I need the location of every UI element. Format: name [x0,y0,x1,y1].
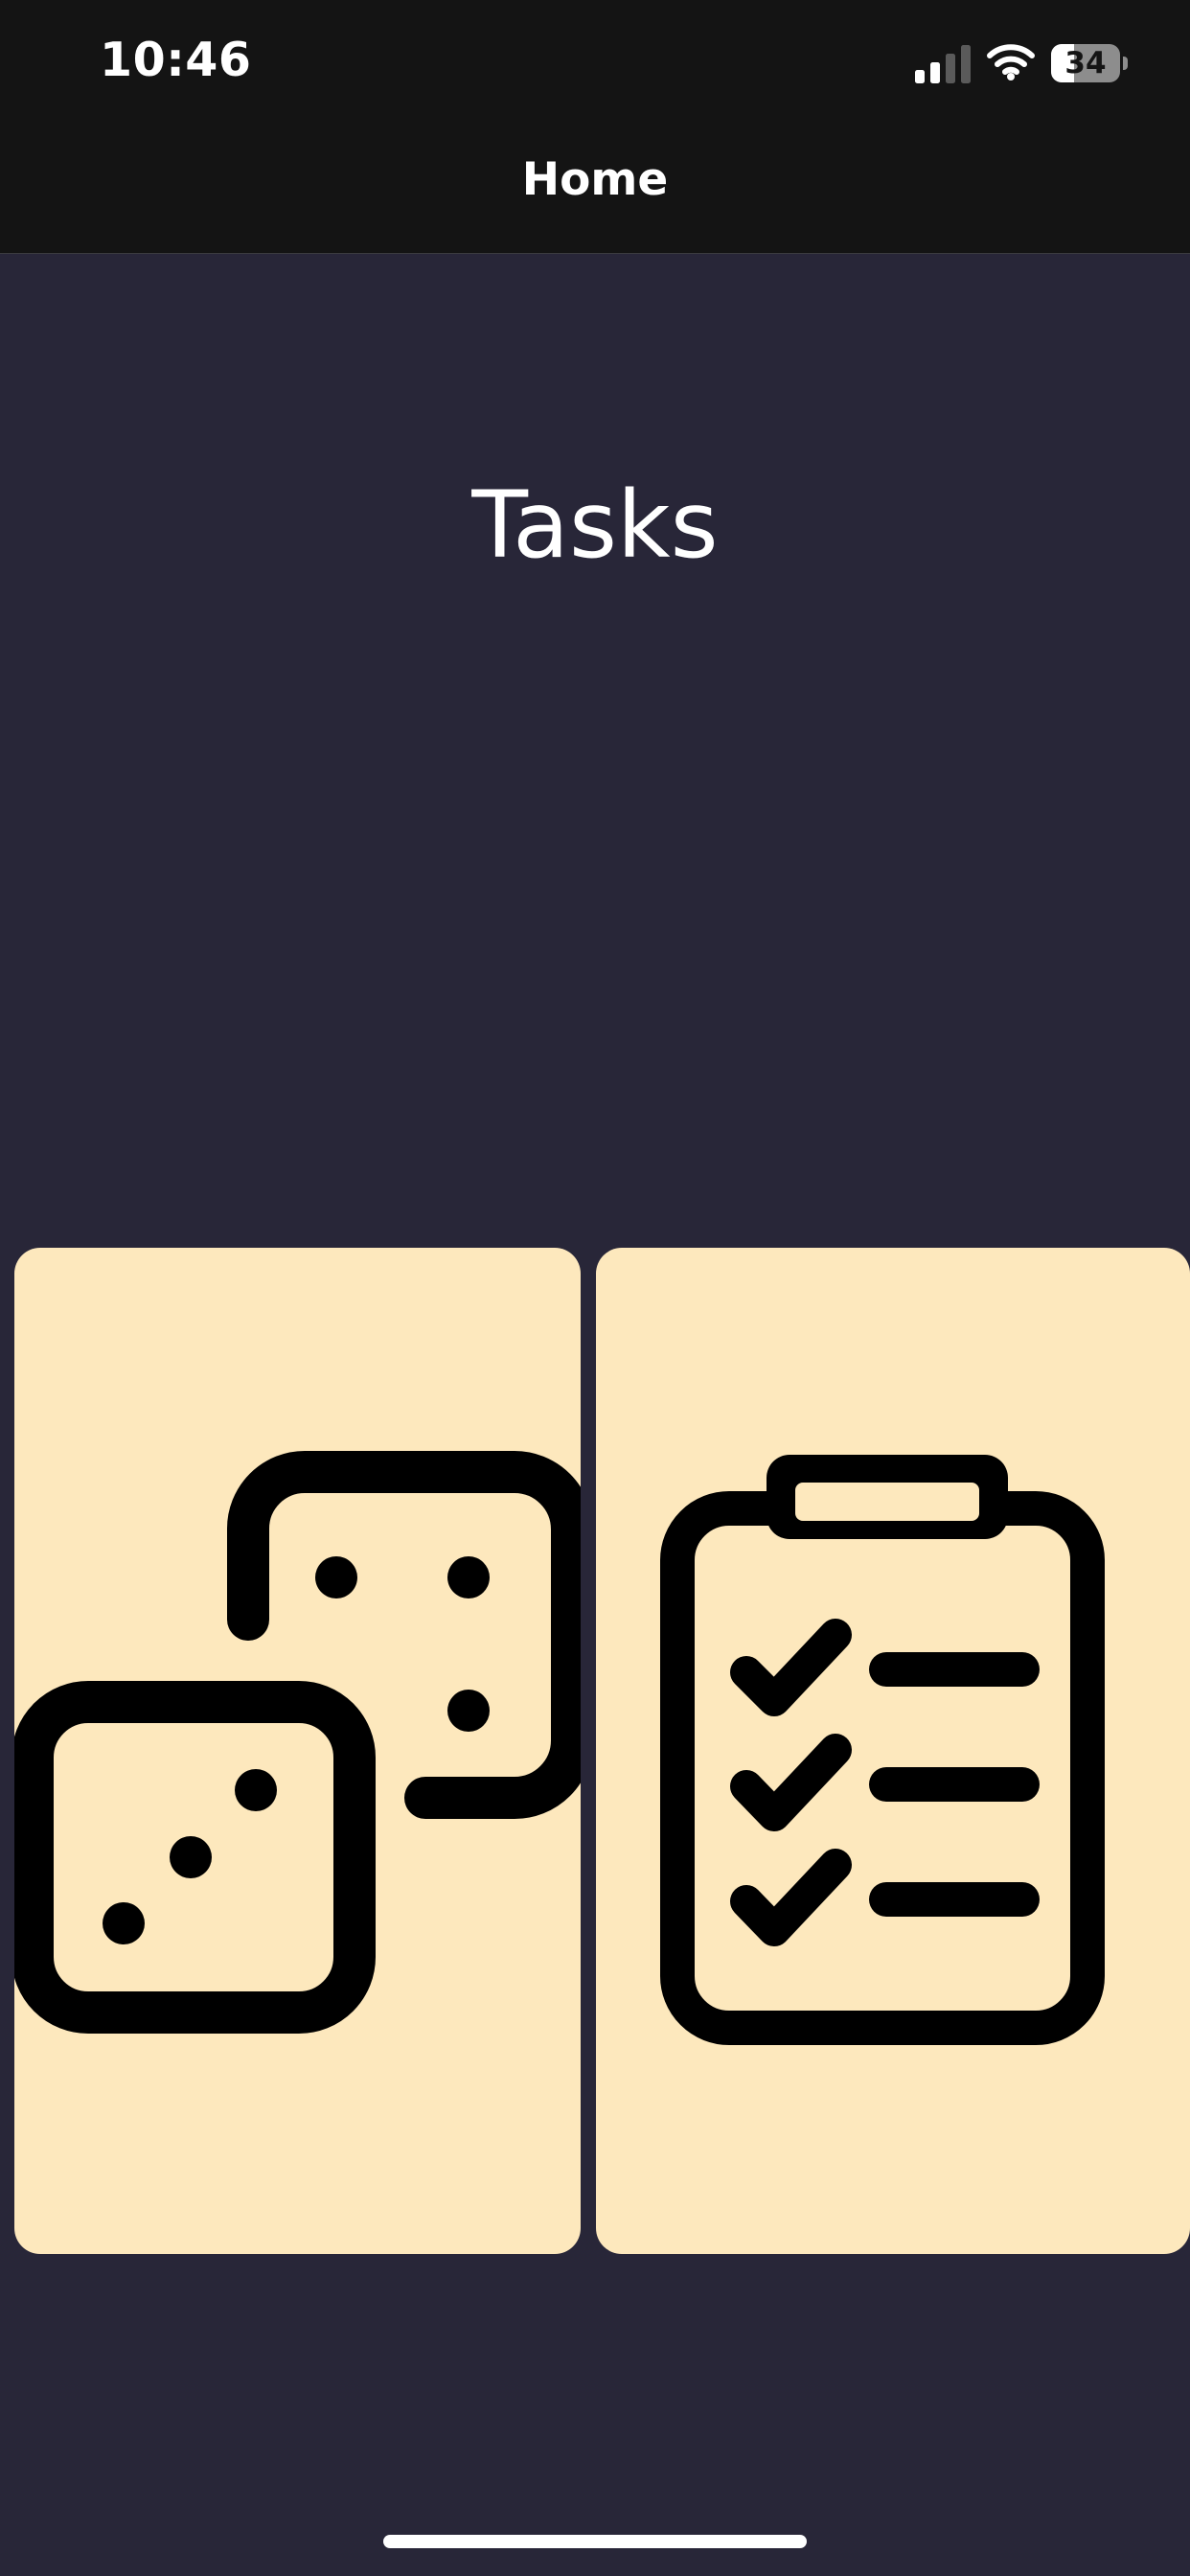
battery-indicator: 34 [1051,44,1130,82]
cellular-signal-icon [915,45,971,83]
nav-title: Home [521,153,669,206]
wifi-icon [987,44,1035,80]
page-heading: Tasks [471,472,719,579]
home-indicator[interactable] [383,2535,807,2548]
battery-tip [1123,57,1128,70]
battery-percent: 34 [1064,46,1107,80]
dice-icon [14,1451,581,2034]
status-bar: 10:46 34 [0,0,1190,126]
navigation-bar: Home [0,126,1190,254]
dice-card[interactable] [14,1248,581,2254]
battery-body: 34 [1051,44,1120,82]
clipboard-checklist-icon [660,1455,1105,2045]
status-time: 10:46 [100,33,252,87]
tasks-card[interactable] [596,1248,1190,2254]
